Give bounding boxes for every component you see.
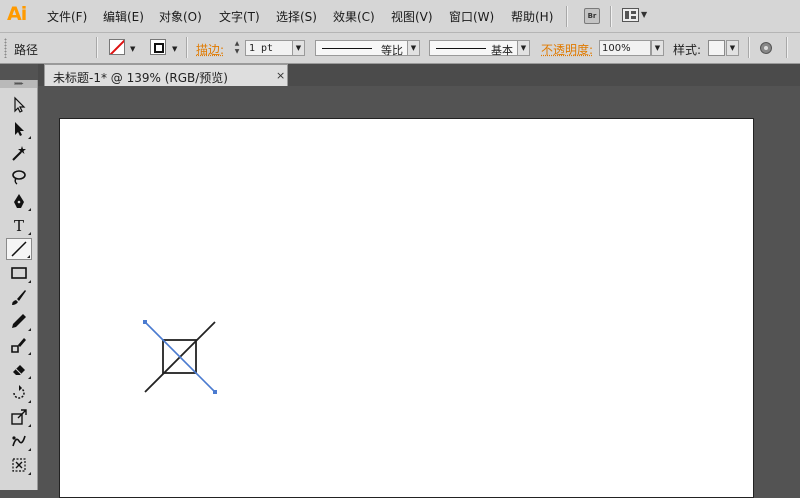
- control-divider: [748, 37, 750, 58]
- magic-wand-tool-icon[interactable]: [6, 142, 32, 164]
- free-transform-tool-icon[interactable]: [6, 454, 32, 476]
- menu-window[interactable]: 窗口(W): [449, 8, 494, 25]
- menu-bar: Ai 文件(F) 编辑(E) 对象(O) 文字(T) 选择(S) 效果(C) 视…: [0, 0, 800, 33]
- direct-selection-tool-icon[interactable]: [6, 118, 32, 140]
- close-icon[interactable]: ×: [276, 69, 285, 82]
- menu-divider: [610, 6, 612, 27]
- rectangle-tool-icon[interactable]: [6, 262, 32, 284]
- stroke-weight-input[interactable]: 1 pt: [245, 40, 293, 56]
- document-tab-strip: 未标题-1* @ 139% (RGB/预览) ×: [38, 64, 800, 86]
- artboard[interactable]: [59, 118, 754, 498]
- style-label: 样式:: [673, 43, 702, 57]
- stroke-weight-stepper[interactable]: ▲ ▼: [231, 40, 243, 56]
- control-bar: 路径 ▼ ▼ 描边: ▲ ▼ 1 pt ▼ 等比 ▼ 基本 ▼ 不透明度: 100…: [0, 33, 800, 64]
- opacity-dropdown[interactable]: ▼: [651, 40, 664, 56]
- panel-grip[interactable]: [4, 38, 7, 58]
- chevron-down-icon[interactable]: ▼: [130, 45, 135, 53]
- profile-label: 等比: [381, 44, 403, 57]
- tools-panel-header[interactable]: ▸▸▸▸: [0, 80, 37, 88]
- scale-tool-icon[interactable]: [6, 406, 32, 428]
- rotate-tool-icon[interactable]: [6, 382, 32, 404]
- app-logo: Ai: [7, 3, 27, 25]
- document-canvas[interactable]: [38, 86, 800, 498]
- pen-tool-icon[interactable]: [6, 190, 32, 212]
- menu-file[interactable]: 文件(F): [47, 8, 87, 25]
- chevron-down-icon[interactable]: ▼: [641, 10, 647, 19]
- document-tab[interactable]: 未标题-1* @ 139% (RGB/预览) ×: [44, 64, 288, 86]
- selection-tool-icon[interactable]: [6, 94, 32, 116]
- control-divider: [786, 37, 788, 58]
- brush-preview: [436, 48, 486, 49]
- opacity-label[interactable]: 不透明度:: [541, 41, 593, 58]
- control-divider: [186, 37, 188, 58]
- menu-view[interactable]: 视图(V): [391, 8, 433, 25]
- chevron-down-icon[interactable]: ▼: [172, 45, 177, 53]
- fill-color-swatch[interactable]: [109, 39, 125, 55]
- document-title: 未标题-1* @ 139% (RGB/预览): [53, 71, 228, 85]
- brush-definition-select[interactable]: 基本: [429, 40, 518, 57]
- menu-edit[interactable]: 编辑(E): [103, 8, 144, 25]
- menu-select[interactable]: 选择(S): [276, 8, 317, 25]
- menu-help[interactable]: 帮助(H): [511, 8, 553, 25]
- opacity-input[interactable]: 100%: [599, 40, 651, 56]
- stroke-label[interactable]: 描边:: [196, 41, 224, 58]
- control-divider: [96, 37, 98, 58]
- blob-brush-tool-icon[interactable]: [6, 334, 32, 356]
- line-segment-tool-icon[interactable]: [6, 238, 32, 260]
- menu-divider: [566, 6, 568, 27]
- profile-dropdown[interactable]: ▼: [407, 40, 420, 56]
- artwork: [143, 320, 217, 394]
- svg-text:T: T: [14, 217, 24, 234]
- bridge-button[interactable]: Br: [584, 8, 600, 24]
- recolor-artwork-icon[interactable]: [760, 42, 772, 54]
- paintbrush-tool-icon[interactable]: [6, 286, 32, 308]
- anchor-point[interactable]: [143, 320, 147, 324]
- menu-effect[interactable]: 效果(C): [333, 8, 375, 25]
- menu-object[interactable]: 对象(O): [159, 8, 202, 25]
- brush-dropdown[interactable]: ▼: [517, 40, 530, 56]
- anchor-point[interactable]: [213, 390, 217, 394]
- pencil-tool-icon[interactable]: [6, 310, 32, 332]
- object-type-label: 路径: [14, 43, 39, 57]
- menu-type[interactable]: 文字(T): [219, 8, 260, 25]
- type-tool-icon[interactable]: T: [6, 214, 32, 236]
- tools-panel: ▸▸▸▸ T: [0, 80, 38, 490]
- graphic-style-swatch[interactable]: [708, 40, 725, 56]
- stroke-weight-dropdown[interactable]: ▼: [292, 40, 305, 56]
- stroke-color-swatch[interactable]: [150, 39, 166, 55]
- eraser-tool-icon[interactable]: [6, 358, 32, 380]
- lasso-tool-icon[interactable]: [6, 166, 32, 188]
- arrange-documents-icon[interactable]: [622, 8, 639, 22]
- variable-width-profile-select[interactable]: 等比: [315, 40, 408, 57]
- profile-preview: [322, 48, 372, 49]
- puppet-warp-tool-icon[interactable]: [6, 430, 32, 452]
- brush-label: 基本: [491, 44, 513, 57]
- style-dropdown[interactable]: ▼: [726, 40, 739, 56]
